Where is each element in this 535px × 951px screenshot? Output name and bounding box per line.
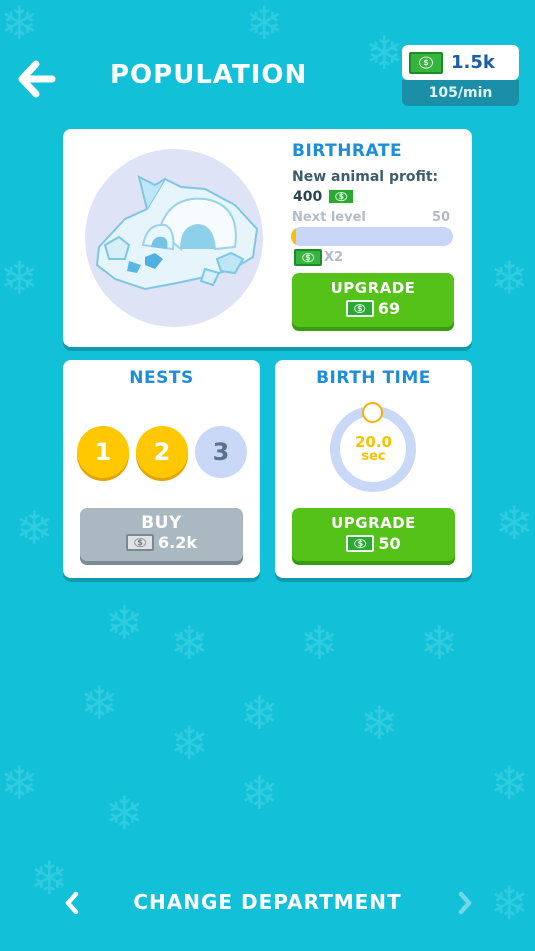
birth-time-card: BIRTH TIME 20.0 sec UPGRADE 50 — [275, 360, 472, 578]
snowflake-icon: ❄ — [495, 496, 534, 550]
snowflake-icon: ❄ — [360, 696, 399, 750]
igloo-image — [85, 149, 263, 327]
snowflake-icon: ❄ — [80, 676, 119, 730]
nest-3[interactable]: 3 — [195, 426, 247, 478]
money-value: 1.5k — [451, 52, 495, 73]
cash-icon — [345, 300, 374, 317]
back-button[interactable] — [16, 58, 58, 100]
page-title: POPULATION — [110, 60, 308, 90]
cash-icon — [346, 535, 375, 552]
next-department-button[interactable] — [455, 890, 475, 916]
snowflake-icon: ❄ — [300, 616, 339, 670]
upgrade-label: UPGRADE — [330, 279, 416, 297]
buy-nest-button[interactable]: BUY 6.2k — [80, 508, 243, 561]
nest-2[interactable]: 2 — [136, 426, 188, 478]
snowflake-icon: ❄ — [105, 596, 144, 650]
birth-time-upgrade-button[interactable]: UPGRADE 50 — [292, 508, 455, 561]
nest-1[interactable]: 1 — [77, 426, 129, 478]
multiplier-label: X2 — [324, 250, 344, 265]
snowflake-icon: ❄ — [490, 251, 529, 305]
snowflake-icon: ❄ — [0, 251, 39, 305]
multiplier-row: X2 — [294, 249, 343, 266]
snowflake-icon: ❄ — [240, 686, 279, 740]
cash-icon — [294, 249, 322, 266]
nests-heading: NESTS — [129, 368, 194, 388]
next-level-value: 50 — [432, 210, 451, 225]
igloo-icon — [95, 175, 259, 291]
snowflake-icon: ❄ — [105, 786, 144, 840]
snowflake-icon: ❄ — [0, 756, 39, 810]
snowflake-icon: ❄ — [170, 616, 209, 670]
upgrade-price: 50 — [378, 534, 401, 553]
snowflake-icon: ❄ — [490, 756, 529, 810]
buy-price-row: 6.2k — [80, 533, 243, 552]
buy-price: 6.2k — [158, 533, 197, 552]
level-progress-bar — [291, 227, 453, 246]
nests-card: NESTS 1 2 3 BUY 6.2k — [63, 360, 260, 578]
cash-icon — [409, 51, 443, 74]
snowflake-icon: ❄ — [420, 616, 459, 670]
snowflake-icon: ❄ — [240, 766, 279, 820]
snowflake-icon: ❄ — [170, 716, 209, 770]
upgrade-price-row: 50 — [292, 534, 455, 553]
snowflake-icon: ❄ — [365, 26, 404, 80]
income-rate: 105/min — [402, 80, 519, 106]
birthrate-card: BIRTHRATE New animal profit: 400 Next le… — [63, 129, 472, 347]
upgrade-label: UPGRADE — [331, 514, 416, 532]
upgrade-price-row: 69 — [292, 299, 454, 318]
birth-time-heading: BIRTH TIME — [316, 368, 431, 388]
snowflake-icon: ❄ — [15, 501, 54, 555]
level-progress-fill — [291, 227, 296, 246]
buy-label: BUY — [141, 513, 182, 533]
profit-value-row: 400 — [293, 188, 356, 205]
birthrate-heading: BIRTHRATE — [292, 141, 403, 161]
profit-value: 400 — [293, 188, 323, 205]
birth-timer-knob — [362, 402, 383, 423]
money-counter: 1.5k — [402, 45, 519, 80]
birth-time-unit: sec — [361, 449, 386, 464]
snowflake-icon: ❄ — [0, 0, 39, 50]
profit-label: New animal profit: — [292, 169, 439, 185]
snowflake-icon: ❄ — [245, 0, 284, 50]
cash-icon — [327, 188, 356, 205]
back-arrow-icon — [18, 60, 56, 98]
cash-icon — [126, 534, 154, 551]
chevron-right-icon — [458, 891, 472, 915]
next-level-label: Next level — [292, 210, 366, 225]
upgrade-price: 69 — [377, 299, 401, 318]
birthrate-upgrade-button[interactable]: UPGRADE 69 — [292, 273, 454, 327]
